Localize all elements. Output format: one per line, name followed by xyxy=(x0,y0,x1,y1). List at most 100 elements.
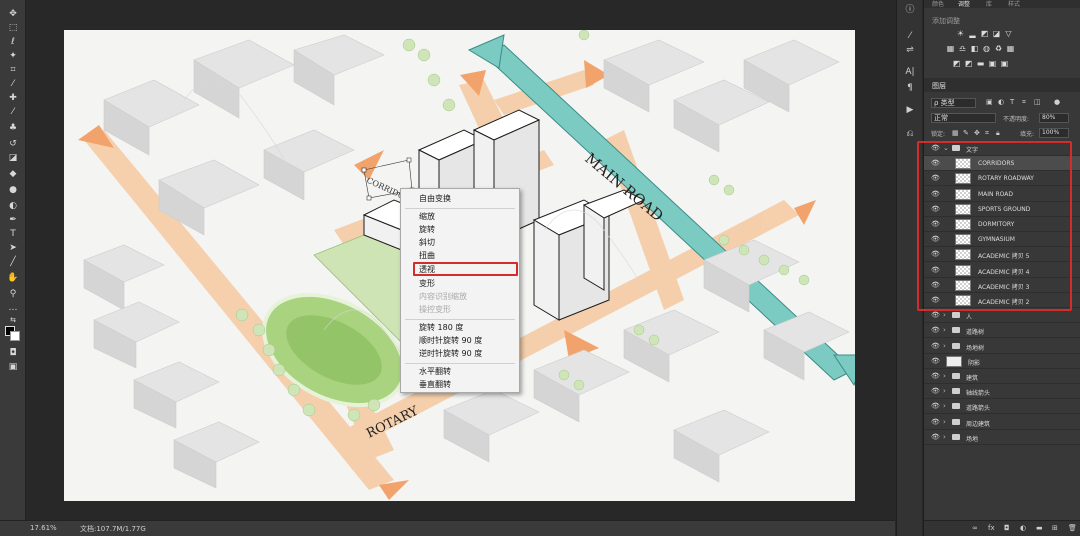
curves-icon[interactable]: ◩ xyxy=(980,30,989,38)
menu-item-warp[interactable]: 变形 xyxy=(419,278,435,290)
brush-settings-icon[interactable]: ⁄ xyxy=(903,30,917,42)
color-lookup-icon[interactable]: ▦ xyxy=(1006,45,1015,53)
hue-saturation-icon[interactable]: ▦ xyxy=(946,45,955,53)
menu-item-rotate-180[interactable]: 旋转 180 度 xyxy=(419,322,463,334)
tab-styles[interactable]: 样式 xyxy=(1008,0,1020,8)
history-brush-tool-icon[interactable]: ↺ xyxy=(6,138,20,150)
layer-group-row[interactable]: 👁︎ › 轴线箭头 xyxy=(924,384,1080,400)
brush-tool-icon[interactable]: ⁄ xyxy=(6,106,20,118)
layer-style-icon[interactable]: fx xyxy=(988,524,995,532)
color-balance-icon[interactable]: ♎ xyxy=(958,45,967,53)
visibility-eye-icon[interactable]: 👁︎ xyxy=(931,433,940,441)
line-tool-icon[interactable]: ╱ xyxy=(6,256,20,268)
layer-group-row[interactable]: 👁︎ › 场地 xyxy=(924,430,1080,445)
document-size-info[interactable]: 文档:107.7M/1.77G xyxy=(80,524,146,534)
blur-tool-icon[interactable]: ● xyxy=(6,184,20,196)
lock-image-icon[interactable]: ✎ xyxy=(963,129,969,137)
filter-shape-icon[interactable]: ⌗ xyxy=(1022,98,1026,107)
layer-group-row[interactable]: 👁︎ › 道路树 xyxy=(924,323,1080,339)
chevron-right-icon[interactable]: › xyxy=(943,387,946,395)
delete-layer-icon[interactable]: 🗑︎ xyxy=(1068,524,1077,532)
character-icon[interactable]: A| xyxy=(903,66,917,78)
layer-row[interactable]: 👁︎ 阴影 xyxy=(924,354,1080,369)
filter-adjustment-icon[interactable]: ◐ xyxy=(998,98,1004,106)
menu-item-free-transform[interactable]: 自由变换 xyxy=(419,193,451,205)
lock-artboard-icon[interactable]: ⌗ xyxy=(985,129,989,138)
filter-toggle-icon[interactable]: ● xyxy=(1054,98,1060,106)
layer-group-row[interactable]: 👁︎ › 道路箭头 xyxy=(924,399,1080,415)
info-icon[interactable]: ⓘ xyxy=(903,4,917,16)
threshold-icon[interactable]: ▬ xyxy=(976,60,985,68)
black-white-icon[interactable]: ◧ xyxy=(970,45,979,53)
brightness-icon[interactable]: ☀ xyxy=(956,30,965,38)
marquee-tool-icon[interactable]: ⬚ xyxy=(6,22,20,34)
adjust-sliders-icon[interactable]: ⇌ xyxy=(903,44,917,56)
play-actions-icon[interactable]: ▶ xyxy=(903,104,917,116)
posterize-icon[interactable]: ◩ xyxy=(964,60,973,68)
more-tools-icon[interactable]: … xyxy=(6,302,20,314)
menu-item-content-aware-scale[interactable]: 内容识别缩放 xyxy=(419,291,467,303)
new-adjustment-icon[interactable]: ◐ xyxy=(1020,524,1026,532)
menu-item-skew[interactable]: 斜切 xyxy=(419,237,435,249)
chevron-right-icon[interactable]: › xyxy=(943,311,946,319)
photo-filter-icon[interactable]: ◍ xyxy=(982,45,991,53)
tab-color[interactable]: 颜色 xyxy=(932,0,944,8)
chevron-right-icon[interactable]: › xyxy=(943,372,946,380)
magic-wand-tool-icon[interactable]: ✦ xyxy=(6,50,20,62)
type-tool-icon[interactable]: T xyxy=(6,228,20,240)
menu-item-rotate-90-ccw[interactable]: 逆时针旋转 90 度 xyxy=(419,348,482,360)
pen-tool-icon[interactable]: ✒ xyxy=(6,214,20,226)
eyedropper-tool-icon[interactable]: ⁄ xyxy=(6,78,20,90)
menu-item-flip-vertical[interactable]: 垂直翻转 xyxy=(419,379,451,391)
visibility-eye-icon[interactable]: 👁︎ xyxy=(931,342,940,350)
dodge-tool-icon[interactable]: ◐ xyxy=(6,200,20,212)
link-layers-icon[interactable]: ∞ xyxy=(972,524,978,532)
chevron-right-icon[interactable]: › xyxy=(943,418,946,426)
blend-mode-select[interactable]: 正常 xyxy=(931,113,996,123)
swap-colors-icon[interactable]: ⇆ xyxy=(6,314,20,326)
history-icon[interactable]: ⎌ xyxy=(903,128,917,140)
path-selection-tool-icon[interactable]: ➤ xyxy=(6,242,20,254)
lock-transparent-icon[interactable]: ▦ xyxy=(952,129,959,137)
invert-icon[interactable]: ◩ xyxy=(952,60,961,68)
new-group-icon[interactable]: ▬ xyxy=(1036,524,1043,532)
visibility-eye-icon[interactable]: 👁︎ xyxy=(931,418,940,426)
lock-all-icon[interactable]: 🔒︎ xyxy=(996,129,1000,138)
menu-item-rotate[interactable]: 旋转 xyxy=(419,224,435,236)
gradient-map-icon[interactable]: ▣ xyxy=(988,60,997,68)
chevron-right-icon[interactable]: › xyxy=(943,342,946,350)
menu-item-distort[interactable]: 扭曲 xyxy=(419,250,435,262)
visibility-eye-icon[interactable]: 👁︎ xyxy=(931,326,940,334)
levels-icon[interactable]: ▂ xyxy=(968,30,977,38)
layer-group-row[interactable]: 👁︎ › 场地树 xyxy=(924,339,1080,354)
exposure-icon[interactable]: ◪ xyxy=(992,30,1001,38)
background-color-swatch[interactable] xyxy=(10,331,20,341)
layer-group-row[interactable]: 👁︎ › 建筑 xyxy=(924,369,1080,384)
filter-type-icon[interactable]: T xyxy=(1010,98,1014,106)
clone-stamp-tool-icon[interactable]: ♣ xyxy=(6,122,20,134)
move-tool-icon[interactable]: ✥ xyxy=(6,8,20,20)
visibility-eye-icon[interactable]: 👁︎ xyxy=(931,387,940,395)
quick-mask-icon[interactable]: ◘ xyxy=(6,347,20,359)
hand-tool-icon[interactable]: ✋ xyxy=(6,272,20,284)
zoom-tool-icon[interactable]: ⚲ xyxy=(6,288,20,300)
zoom-level[interactable]: 17.61% xyxy=(30,524,57,532)
filter-smart-object-icon[interactable]: ◫ xyxy=(1034,98,1041,106)
menu-item-scale[interactable]: 缩放 xyxy=(419,211,435,223)
chevron-right-icon[interactable]: › xyxy=(943,326,946,334)
vibrance-icon[interactable]: ▽ xyxy=(1004,30,1013,38)
visibility-eye-icon[interactable]: 👁︎ xyxy=(931,311,940,319)
visibility-eye-icon[interactable]: 👁︎ xyxy=(931,372,940,380)
paint-bucket-tool-icon[interactable]: ◆ xyxy=(6,168,20,180)
layer-kind-filter[interactable]: ρ 类型 xyxy=(931,98,976,108)
chevron-right-icon[interactable]: › xyxy=(943,433,946,441)
menu-item-flip-horizontal[interactable]: 水平翻转 xyxy=(419,366,451,378)
channel-mixer-icon[interactable]: ♻ xyxy=(994,45,1003,53)
visibility-eye-icon[interactable]: 👁︎ xyxy=(931,357,940,365)
crop-tool-icon[interactable]: ⌗ xyxy=(6,64,20,76)
menu-item-rotate-90-cw[interactable]: 顺时针旋转 90 度 xyxy=(419,335,482,347)
tab-layers[interactable]: 图层 xyxy=(932,81,946,91)
eraser-tool-icon[interactable]: ◪ xyxy=(6,152,20,164)
filter-pixel-icon[interactable]: ▣ xyxy=(986,98,993,106)
add-mask-icon[interactable]: ◘ xyxy=(1004,524,1010,532)
